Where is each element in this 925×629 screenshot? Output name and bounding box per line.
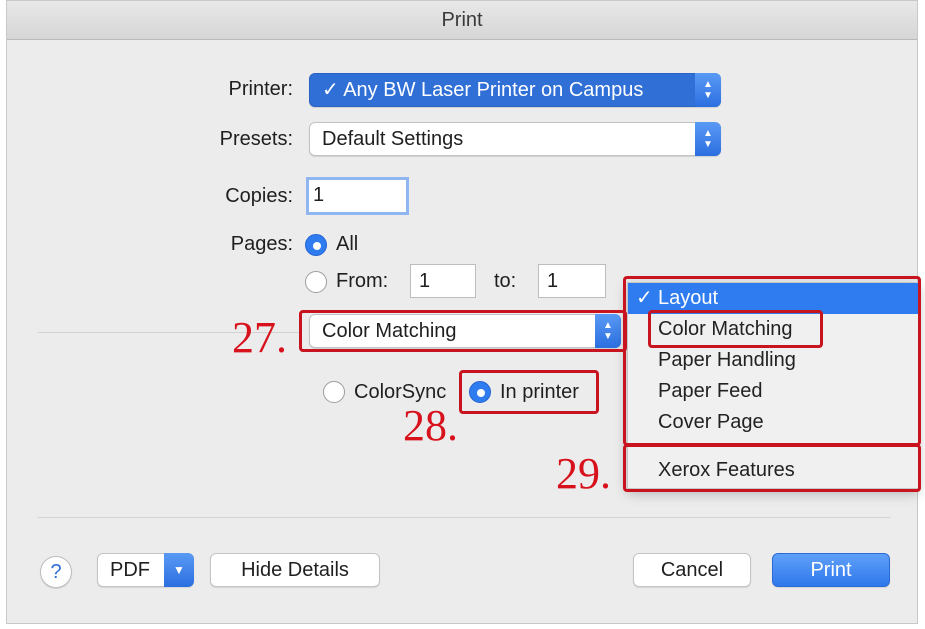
colorsync-radio[interactable] (323, 381, 345, 403)
menu-item-paper-handling[interactable]: Paper Handling (628, 345, 918, 376)
menu-item-paper-feed[interactable]: Paper Feed (628, 376, 918, 407)
annotation-27: 27. (232, 313, 287, 362)
help-button[interactable]: ? (40, 556, 72, 588)
menu-item-cover-page[interactable]: Cover Page (628, 407, 918, 438)
footer-separator (38, 517, 890, 518)
annotation-28: 28. (403, 401, 458, 450)
hide-details-button[interactable]: Hide Details (210, 553, 380, 587)
popup-arrows-icon: ▲ ▼ (595, 314, 621, 348)
cancel-button[interactable]: Cancel (633, 553, 751, 587)
pdf-label: PDF (110, 559, 150, 581)
section-menu: ✓ Layout Color Matching Paper Handling P… (627, 282, 919, 489)
menu-item-color-matching[interactable]: Color Matching (628, 314, 918, 345)
menu-item-label: Paper Feed (658, 380, 763, 402)
menu-item-label: Xerox Features (658, 459, 795, 481)
pages-from-label: From: (336, 270, 389, 292)
chevron-down-icon: ▼ (164, 553, 194, 587)
menu-item-label: Cover Page (658, 411, 764, 433)
pages-all-label: All (336, 233, 359, 255)
copies-field[interactable]: 1 (306, 177, 409, 215)
section-popup-value: Color Matching (322, 320, 457, 342)
popup-arrows-icon: ▲ ▼ (695, 122, 721, 156)
menu-item-xerox-features[interactable]: Xerox Features (628, 455, 918, 486)
menu-separator (628, 445, 918, 446)
presets-value: Default Settings (322, 128, 464, 150)
pages-from-field[interactable]: 1 (410, 264, 476, 298)
pages-to-label: to: (494, 270, 517, 292)
checkmark-icon: ✓ (636, 287, 653, 309)
pages-from-radio[interactable] (305, 271, 327, 293)
annotation-29: 29. (556, 449, 611, 498)
printer-label: Printer: (228, 78, 293, 100)
pages-label: Pages: (230, 233, 293, 255)
menu-item-label: Layout (658, 287, 719, 309)
presets-label: Presets: (219, 128, 293, 150)
printer-popup[interactable]: ✓ Any BW Laser Printer on Campus ▲ ▼ (309, 73, 721, 107)
presets-popup[interactable]: Default Settings ▲ ▼ (309, 122, 721, 156)
printer-value: ✓ Any BW Laser Printer on Campus (322, 79, 644, 101)
copies-label: Copies: (225, 185, 293, 207)
popup-arrows-icon: ▲ ▼ (695, 73, 721, 107)
window-title: Print (7, 1, 917, 40)
in-printer-label: In printer (500, 381, 579, 403)
print-button[interactable]: Print (772, 553, 890, 587)
in-printer-radio[interactable] (469, 381, 491, 403)
pages-all-radio[interactable] (305, 234, 327, 256)
menu-item-label: Paper Handling (658, 349, 796, 371)
pdf-button[interactable]: PDF ▼ (97, 553, 194, 587)
pages-to-field[interactable]: 1 (538, 264, 606, 298)
menu-item-label: Color Matching (658, 318, 793, 340)
section-popup[interactable]: Color Matching ▲ ▼ (309, 314, 621, 348)
menu-item-layout[interactable]: ✓ Layout (628, 283, 918, 314)
